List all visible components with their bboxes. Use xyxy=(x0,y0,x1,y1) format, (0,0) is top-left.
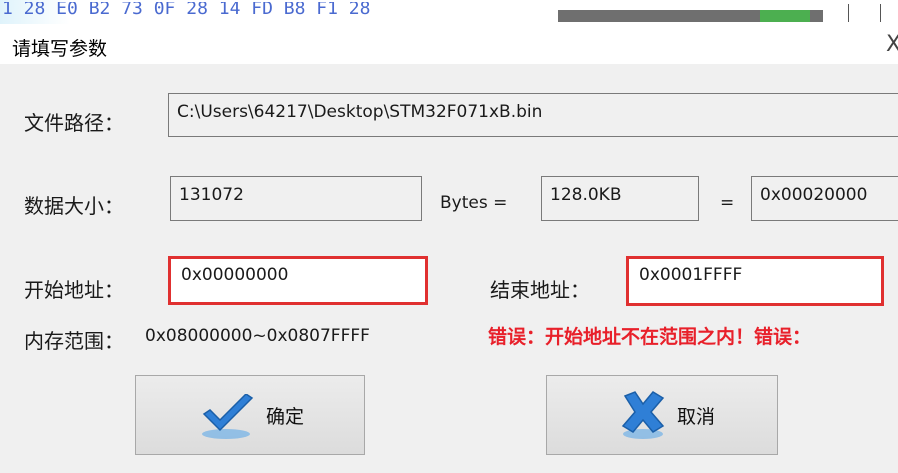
data-size-hex-field[interactable]: 0x00020000 xyxy=(751,176,898,221)
background-progress-fill xyxy=(760,10,810,22)
background-hex-text: 1 28 E0 B2 73 0F 28 14 FD B8 F1 28 xyxy=(2,2,371,19)
background-divider xyxy=(848,4,849,22)
file-path-value: C:\Users\64217\Desktop\STM32F071xB.bin xyxy=(177,102,543,122)
data-size-kb-field[interactable]: 128.0KB xyxy=(541,176,699,221)
ok-button[interactable]: 确定 xyxy=(135,375,365,455)
cancel-x-icon xyxy=(619,390,667,447)
data-size-bytes-field[interactable]: 131072 xyxy=(170,176,422,221)
start-address-input[interactable]: 0x00000000 xyxy=(168,256,428,305)
memory-range-label: 内存范围： xyxy=(24,329,124,353)
background-divider xyxy=(880,4,881,22)
dialog-title: 请填写参数 xyxy=(12,38,108,60)
cancel-button-label: 取消 xyxy=(677,406,716,428)
file-path-field[interactable]: C:\Users\64217\Desktop\STM32F071xB.bin xyxy=(168,93,898,137)
error-message: 错误：开始地址不在范围之内！错误： xyxy=(488,326,812,348)
checkmark-icon xyxy=(198,393,258,447)
equals-label: = xyxy=(720,193,735,213)
file-path-label: 文件路径： xyxy=(24,111,124,135)
data-size-kb-value: 128.0KB xyxy=(550,185,622,205)
data-size-hex-value: 0x00020000 xyxy=(760,185,868,205)
background-window-strip: 1 28 E0 B2 73 0F 28 14 FD B8 F1 28 xyxy=(0,0,898,24)
close-icon[interactable]: X xyxy=(886,32,898,57)
ok-button-label: 确定 xyxy=(266,406,305,428)
bytes-equals-label: Bytes = xyxy=(440,193,508,213)
end-address-label: 结束地址： xyxy=(490,278,590,302)
start-address-value: 0x00000000 xyxy=(181,265,289,285)
memory-range-value: 0x08000000~0x0807FFFF xyxy=(145,326,370,346)
end-address-input[interactable]: 0x0001FFFF xyxy=(626,256,884,306)
cancel-button[interactable]: 取消 xyxy=(546,375,778,455)
data-size-label: 数据大小： xyxy=(24,194,124,218)
dialog-titlebar: 请填写参数 X xyxy=(0,24,898,64)
start-address-label: 开始地址： xyxy=(24,278,124,302)
data-size-bytes-value: 131072 xyxy=(179,185,244,205)
end-address-value: 0x0001FFFF xyxy=(639,265,743,285)
